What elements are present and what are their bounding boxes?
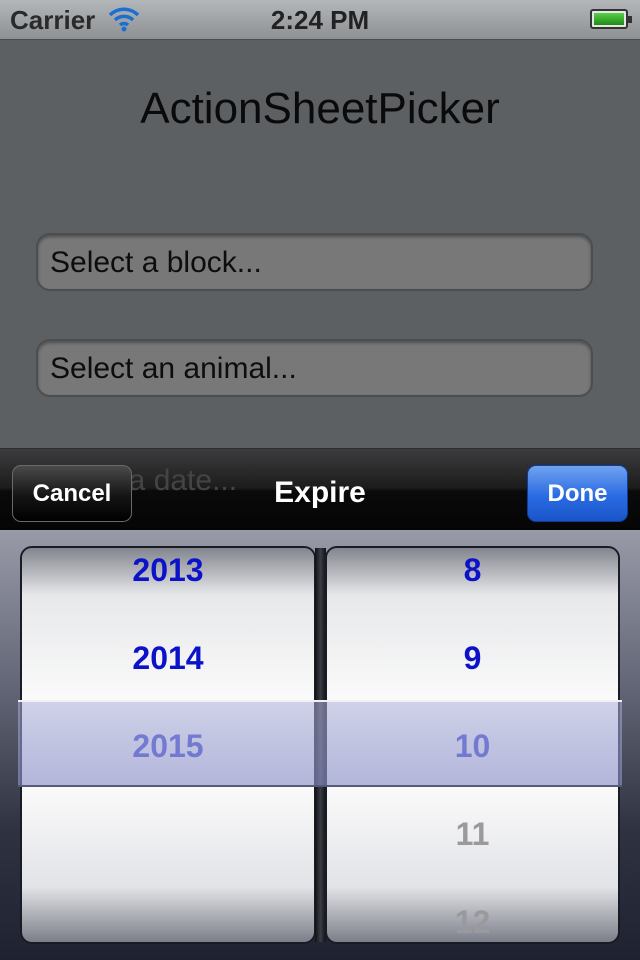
- done-button[interactable]: Done: [527, 465, 628, 522]
- selection-indicator: [18, 700, 622, 787]
- month-option[interactable]: 12: [327, 904, 618, 941]
- year-option[interactable]: 2013: [22, 552, 314, 589]
- block-select-field[interactable]: Select a block...: [36, 233, 593, 291]
- month-option[interactable]: 9: [327, 640, 618, 677]
- page-title: ActionSheetPicker: [140, 84, 500, 133]
- status-bar: Carrier 2:24 PM: [0, 0, 640, 40]
- clock: 2:24 PM: [270, 5, 370, 35]
- year-option[interactable]: 2014: [22, 640, 314, 677]
- month-option[interactable]: 11: [327, 816, 618, 853]
- battery-icon: [590, 9, 632, 29]
- month-option[interactable]: 8: [327, 552, 618, 589]
- animal-select-field[interactable]: Select an animal...: [36, 339, 593, 397]
